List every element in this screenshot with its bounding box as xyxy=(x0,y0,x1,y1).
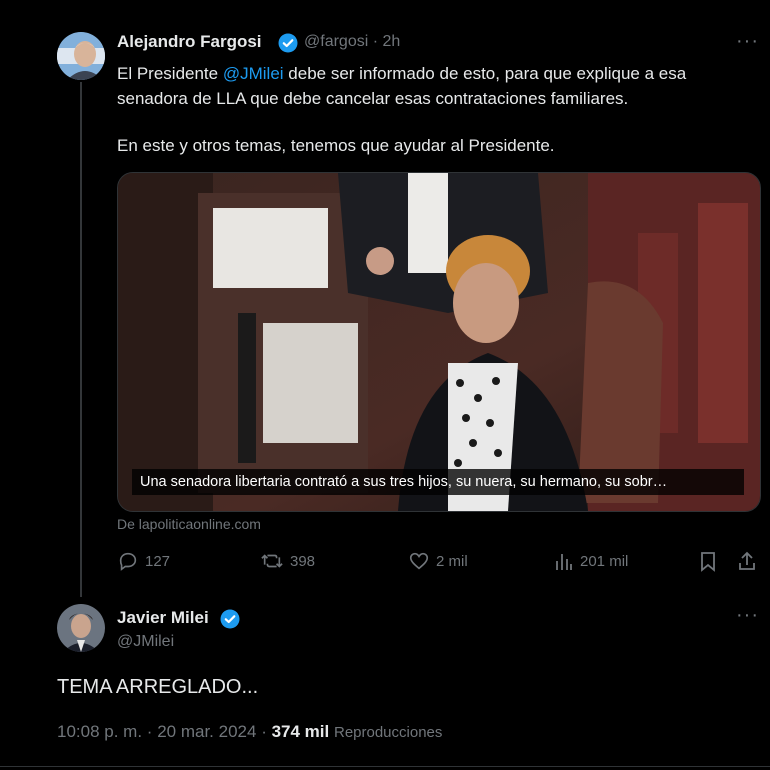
views-button[interactable]: 201 mil xyxy=(554,550,628,572)
tweet-text: TEMA ARREGLADO... xyxy=(57,676,259,698)
reply-icon xyxy=(119,552,137,571)
senate-photo-illustration xyxy=(118,173,760,511)
separator-dot: · xyxy=(261,722,267,741)
tweet-time[interactable]: 10:08 p. m. xyxy=(57,722,142,741)
more-options-icon[interactable]: ··· xyxy=(736,604,759,627)
tweet-metadata: 10:08 p. m. · 20 mar. 2024 · 374 mil Rep… xyxy=(57,722,442,742)
separator-dot: · xyxy=(146,722,153,741)
media-image[interactable]: Una senadora libertaria contrató a sus t… xyxy=(117,172,761,512)
author-name[interactable]: Javier Milei xyxy=(117,608,209,628)
tweet-text: El Presidente @JMilei debe ser informado… xyxy=(117,61,757,111)
retweet-count: 398 xyxy=(290,552,316,570)
avatar[interactable] xyxy=(57,32,105,80)
tweet-text-start: El Presidente xyxy=(117,64,223,83)
author-handle[interactable]: @JMilei xyxy=(117,633,174,651)
thread-connector xyxy=(80,82,82,597)
heart-icon xyxy=(409,552,429,570)
bookmark-button[interactable] xyxy=(698,550,718,572)
share-button[interactable] xyxy=(737,550,757,572)
author-name[interactable]: Alejandro Fargosi xyxy=(117,32,262,52)
like-count: 2 mil xyxy=(436,552,468,570)
tweet-text-paragraph-2: En este y otros temas, tenemos que ayuda… xyxy=(117,136,555,155)
media-caption: Una senadora libertaria contrató a sus t… xyxy=(132,469,744,495)
reply-button[interactable]: 127 xyxy=(117,550,170,572)
verified-badge-icon xyxy=(278,33,298,58)
separator-dot: · xyxy=(372,33,379,50)
mention-link[interactable]: @JMilei xyxy=(223,64,284,83)
avatar[interactable] xyxy=(57,604,105,652)
more-options-icon[interactable]: ··· xyxy=(736,30,759,53)
reply-count: 127 xyxy=(145,552,171,570)
verified-badge-icon xyxy=(220,609,240,634)
tweet-date[interactable]: 20 mar. 2024 xyxy=(157,722,256,741)
share-icon xyxy=(739,551,755,570)
author-handle[interactable]: @fargosi xyxy=(304,33,368,50)
views-label: Reproducciones xyxy=(333,724,443,741)
views-count: 374 mil xyxy=(271,722,330,741)
tweet-time[interactable]: 2h xyxy=(383,33,401,50)
link-source[interactable]: De lapoliticaonline.com xyxy=(117,516,261,532)
retweet-button[interactable]: 398 xyxy=(260,550,315,572)
views-count: 201 mil xyxy=(580,552,629,570)
views-chart-icon xyxy=(556,554,572,570)
bookmark-icon xyxy=(701,552,715,572)
retweet-icon xyxy=(261,554,283,568)
like-button[interactable]: 2 mil xyxy=(408,550,468,572)
divider xyxy=(0,766,770,767)
